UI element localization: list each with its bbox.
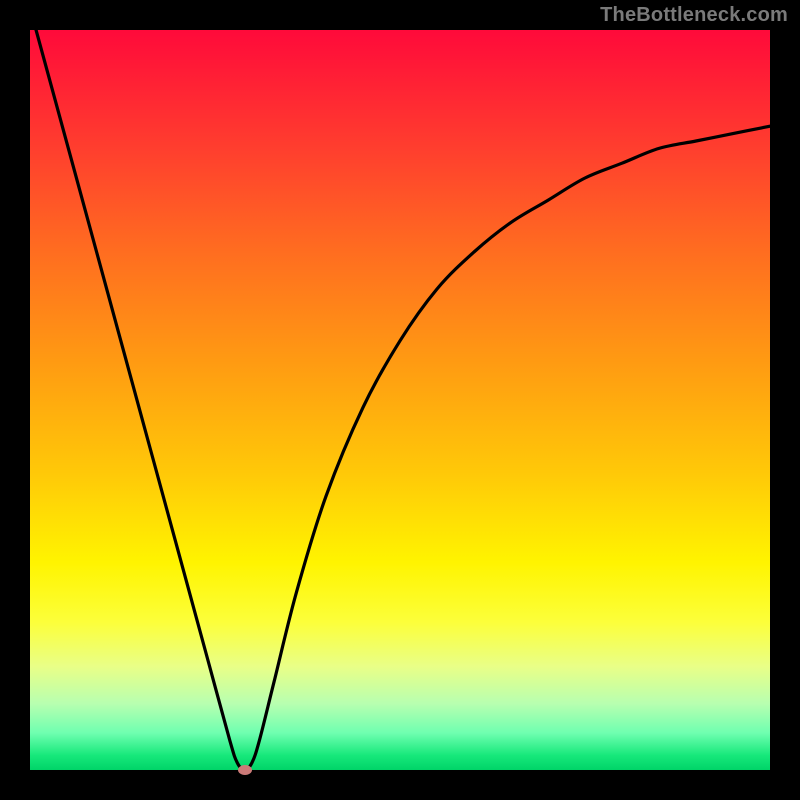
bottleneck-curve [30,8,770,770]
curve-svg [30,30,770,770]
optimum-marker [238,765,252,775]
watermark-text: TheBottleneck.com [600,4,788,27]
chart-frame: TheBottleneck.com [0,0,800,800]
plot-area [30,30,770,770]
